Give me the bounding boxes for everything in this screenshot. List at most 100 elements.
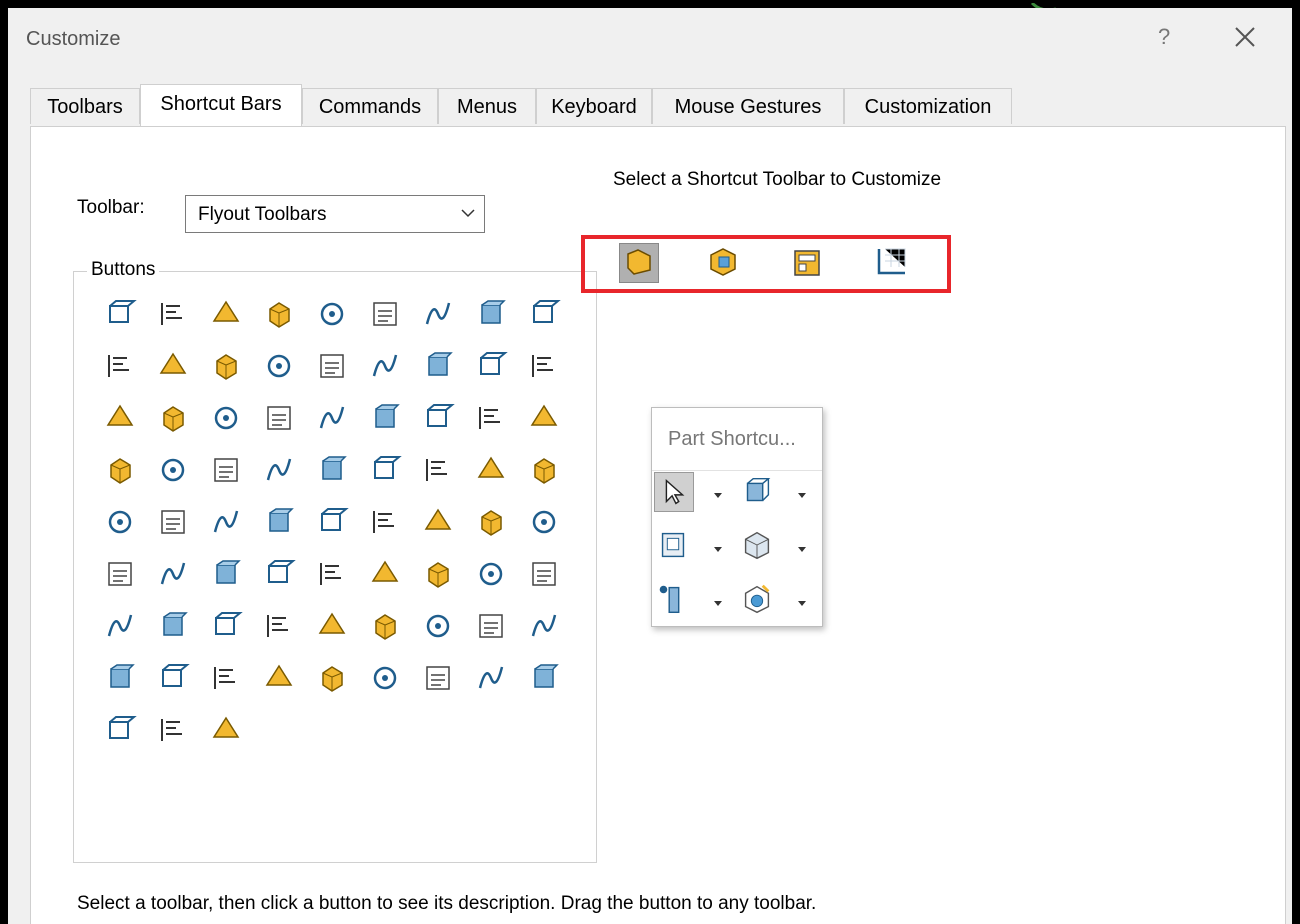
gear-icon[interactable] bbox=[262, 505, 296, 539]
insert-part-icon[interactable] bbox=[421, 661, 455, 695]
dropdown-arrow-icon[interactable] bbox=[796, 488, 808, 498]
align-left-icon[interactable] bbox=[156, 297, 190, 331]
filter-icon[interactable] bbox=[262, 401, 296, 435]
drawing-shortcut-icon[interactable] bbox=[787, 243, 827, 283]
perpendicular-icon[interactable] bbox=[527, 557, 561, 591]
tab-toolbars[interactable]: Toolbars bbox=[30, 88, 140, 124]
move-entities-icon[interactable] bbox=[421, 557, 455, 591]
tab-menus[interactable]: Menus bbox=[438, 88, 536, 124]
frame-icon[interactable] bbox=[209, 609, 243, 643]
section-view-icon[interactable] bbox=[474, 349, 508, 383]
instant3d-icon[interactable] bbox=[103, 713, 137, 747]
display-icon[interactable] bbox=[262, 661, 296, 695]
component-icon[interactable] bbox=[156, 609, 190, 643]
open-assembly-icon[interactable] bbox=[421, 609, 455, 643]
part-3d-icon[interactable] bbox=[262, 297, 296, 331]
swap-icon[interactable] bbox=[156, 661, 190, 695]
part-shortcut-icon[interactable] bbox=[619, 243, 659, 283]
mirror-pattern-icon[interactable] bbox=[474, 609, 508, 643]
dropdown-arrow-icon[interactable] bbox=[796, 542, 808, 552]
curve-u-icon[interactable] bbox=[421, 297, 455, 331]
tab-mouse-gestures[interactable]: Mouse Gestures bbox=[652, 88, 844, 124]
pattern-icon[interactable] bbox=[474, 557, 508, 591]
sketch-plane-icon[interactable] bbox=[315, 349, 349, 383]
view-orientation-icon[interactable] bbox=[738, 472, 778, 512]
sheet-metal-icon[interactable] bbox=[368, 609, 402, 643]
annotation-text-icon[interactable] bbox=[209, 297, 243, 331]
table-grid-icon[interactable] bbox=[262, 453, 296, 487]
toolbar-select[interactable]: Flyout Toolbars bbox=[185, 195, 485, 233]
part-gold-icon[interactable] bbox=[315, 297, 349, 331]
circle-icon[interactable] bbox=[527, 505, 561, 539]
text-size-icon[interactable] bbox=[209, 661, 243, 695]
color-bar-icon[interactable] bbox=[368, 349, 402, 383]
ellipse-icon[interactable] bbox=[156, 557, 190, 591]
cube-plus-icon[interactable] bbox=[156, 453, 190, 487]
reference-geometry-icon[interactable] bbox=[654, 580, 694, 620]
solid-body-icon[interactable] bbox=[209, 349, 243, 383]
bom-table-icon[interactable] bbox=[262, 349, 296, 383]
save-file-icon[interactable] bbox=[103, 453, 137, 487]
shaded-box-icon[interactable] bbox=[262, 609, 296, 643]
dropdown-arrow-icon[interactable] bbox=[712, 488, 724, 498]
assembly-shortcut-icon[interactable] bbox=[703, 243, 743, 283]
slot-icon[interactable] bbox=[474, 505, 508, 539]
hide-show-icon[interactable] bbox=[654, 526, 694, 566]
fillet-icon[interactable] bbox=[262, 557, 296, 591]
fasteners-icon[interactable] bbox=[368, 661, 402, 695]
buildings-icon[interactable] bbox=[209, 713, 243, 747]
sketch-shortcut-icon[interactable] bbox=[871, 243, 911, 283]
rectangle-icon[interactable] bbox=[421, 505, 455, 539]
hole-wizard-icon[interactable] bbox=[103, 661, 137, 695]
grid-sketch-icon[interactable] bbox=[421, 401, 455, 435]
direction-icon[interactable] bbox=[103, 609, 137, 643]
sw-addin-icon[interactable] bbox=[474, 401, 508, 435]
assembly-component-icon[interactable] bbox=[103, 297, 137, 331]
display-style-icon[interactable] bbox=[738, 526, 778, 566]
help-button[interactable]: ? bbox=[1158, 24, 1170, 50]
window-icon[interactable] bbox=[315, 401, 349, 435]
feature-tag-icon[interactable] bbox=[156, 349, 190, 383]
circle-view-icon[interactable] bbox=[527, 349, 561, 383]
weldment-icon[interactable] bbox=[474, 661, 508, 695]
note-a-icon[interactable] bbox=[368, 297, 402, 331]
grid-corner-icon[interactable] bbox=[315, 505, 349, 539]
surface-flag-icon[interactable] bbox=[209, 453, 243, 487]
box-icon[interactable] bbox=[315, 557, 349, 591]
zoom-icon[interactable] bbox=[368, 453, 402, 487]
save-disk-icon[interactable] bbox=[156, 505, 190, 539]
file-play-icon[interactable] bbox=[421, 349, 455, 383]
open-folder-icon[interactable] bbox=[103, 505, 137, 539]
close-button[interactable] bbox=[1226, 18, 1264, 56]
appearance-ball-icon[interactable] bbox=[156, 401, 190, 435]
tab-shortcut-bars[interactable]: Shortcut Bars bbox=[140, 84, 302, 126]
display-monitor-icon[interactable] bbox=[368, 401, 402, 435]
tab-customization[interactable]: Customization bbox=[844, 88, 1012, 124]
instant3d-icon[interactable] bbox=[738, 580, 778, 620]
camera-icon[interactable] bbox=[209, 401, 243, 435]
dropdown-arrow-icon[interactable] bbox=[796, 596, 808, 606]
crosshair-icon[interactable] bbox=[527, 297, 561, 331]
dropdown-arrow-icon[interactable] bbox=[712, 596, 724, 606]
tab-keyboard[interactable]: Keyboard bbox=[536, 88, 652, 124]
tab-commands[interactable]: Commands bbox=[302, 88, 438, 124]
select-arrow-icon[interactable] bbox=[654, 472, 694, 512]
arc-icon[interactable] bbox=[103, 557, 137, 591]
line-icon[interactable] bbox=[368, 505, 402, 539]
globe-icon[interactable] bbox=[421, 453, 455, 487]
trim-icon[interactable] bbox=[368, 557, 402, 591]
rebuild-icon[interactable] bbox=[474, 453, 508, 487]
linear-pattern-icon[interactable] bbox=[315, 609, 349, 643]
spline-curve-icon[interactable] bbox=[209, 557, 243, 591]
new-document-icon[interactable] bbox=[527, 453, 561, 487]
blue-cube-icon[interactable] bbox=[527, 661, 561, 695]
drawing-sheet-icon[interactable] bbox=[103, 349, 137, 383]
check-x-icon[interactable] bbox=[315, 661, 349, 695]
dimension-icon[interactable] bbox=[156, 713, 190, 747]
spline-icon[interactable] bbox=[527, 401, 561, 435]
reference-plane-icon[interactable] bbox=[103, 401, 137, 435]
layout-tree-icon[interactable] bbox=[474, 297, 508, 331]
dropdown-arrow-icon[interactable] bbox=[712, 542, 724, 552]
replace-icon[interactable] bbox=[527, 609, 561, 643]
toolbox-icon[interactable] bbox=[315, 453, 349, 487]
